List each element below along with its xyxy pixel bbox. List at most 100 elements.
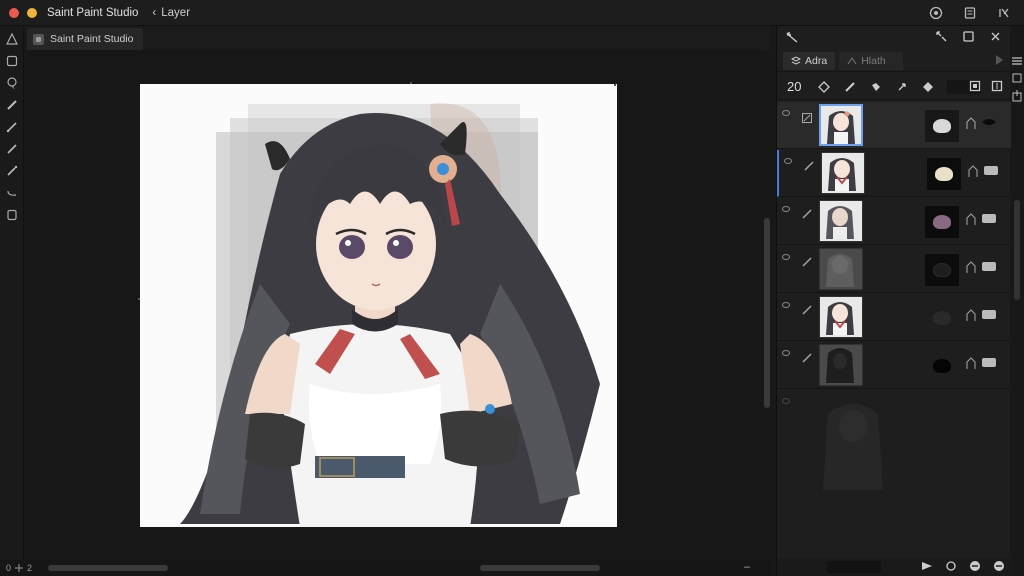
group-icon[interactable] [991, 80, 1003, 95]
channels-icon [847, 56, 857, 64]
panel-header [777, 26, 1010, 50]
transform-icon[interactable] [989, 30, 1002, 46]
folder-icon[interactable] [981, 356, 997, 368]
layer-mask[interactable] [925, 206, 959, 238]
close-tools-icon[interactable] [996, 5, 1012, 21]
layer-mask[interactable] [925, 350, 959, 382]
magic-wand-icon[interactable] [785, 30, 799, 47]
app-title: Saint Paint Studio [47, 6, 139, 19]
ruler-tick [614, 84, 616, 86]
breadcrumb[interactable]: ‹ Layer [152, 7, 190, 19]
folder-icon[interactable] [981, 308, 997, 320]
tab-adra[interactable]: Adra [783, 51, 836, 70]
visibility-eye-icon[interactable] [782, 254, 790, 260]
link-icon[interactable] [965, 356, 977, 370]
brush-icon[interactable] [4, 98, 20, 112]
visibility-eye-icon[interactable] [782, 350, 790, 356]
minus-circle-icon[interactable] [969, 560, 981, 575]
layer-row[interactable] [777, 150, 1011, 197]
back-chevron-icon[interactable]: ‹ [152, 7, 156, 19]
coordinate-readout: 0 2 [6, 563, 33, 573]
layer-mask[interactable] [925, 254, 959, 286]
document-tab-bar: Saint Paint Studio [25, 26, 770, 50]
curve-icon[interactable] [4, 186, 20, 200]
link-icon[interactable] [967, 164, 979, 178]
minimize-window-button[interactable] [27, 7, 37, 18]
visibility-eye-icon[interactable] [784, 158, 792, 164]
link-icon[interactable] [965, 260, 977, 274]
close-window-button[interactable] [9, 7, 19, 18]
diamond-icon[interactable] [921, 80, 935, 94]
play-icon[interactable] [921, 561, 933, 574]
layer-mask[interactable] [925, 110, 959, 142]
panel-tab-bar: Adra Hlath [777, 50, 1011, 72]
expand-icon[interactable] [935, 30, 948, 46]
link-icon[interactable] [965, 116, 977, 130]
blend-mode-icon[interactable] [817, 80, 831, 94]
alert-icon[interactable] [4, 32, 20, 46]
canvas-vertical-scrollbar[interactable] [764, 60, 770, 560]
document-tab[interactable]: Saint Paint Studio [27, 28, 144, 50]
pencil-icon[interactable] [4, 142, 20, 156]
delete-icon[interactable] [993, 560, 1005, 575]
folder-icon[interactable] [981, 212, 997, 224]
brush-lock-icon[interactable] [843, 80, 857, 94]
breadcrumb-label[interactable]: Layer [161, 7, 190, 19]
artboard[interactable] [140, 84, 617, 527]
layer-mask[interactable] [927, 158, 961, 190]
brush-icon[interactable] [801, 304, 813, 316]
layers-panel: Adra Hlath 20 [776, 26, 1011, 576]
lasso-icon[interactable] [4, 76, 20, 90]
layer-row[interactable] [777, 342, 1011, 389]
layer-thumbnail[interactable] [819, 296, 863, 338]
brush-icon[interactable] [801, 208, 813, 220]
folder-icon[interactable] [983, 164, 999, 176]
history-icon[interactable] [928, 5, 944, 21]
horizontal-scrollbar-left[interactable] [48, 565, 168, 571]
layer-row[interactable] [777, 390, 1011, 490]
select-rect-icon[interactable] [4, 54, 20, 68]
pen-icon[interactable] [4, 120, 20, 134]
brush-icon[interactable] [803, 160, 815, 172]
layer-thumbnail[interactable] [819, 248, 863, 290]
move-icon[interactable] [895, 80, 909, 94]
visibility-eye-icon[interactable] [782, 206, 790, 212]
mask-black-icon[interactable] [981, 116, 997, 128]
folder-icon[interactable] [981, 260, 997, 272]
layer-mask[interactable] [925, 302, 959, 334]
brush-icon[interactable] [801, 256, 813, 268]
frame-icon[interactable] [4, 208, 20, 222]
tab-hlath[interactable]: Hlath [839, 51, 904, 70]
ruler-tick [410, 82, 412, 84]
link-icon[interactable] [965, 308, 977, 322]
visibility-eye-icon[interactable] [782, 398, 790, 404]
new-layer-icon[interactable] [969, 80, 981, 95]
image-icon [33, 33, 44, 45]
layer-thumbnail[interactable] [819, 344, 863, 386]
layer-row[interactable] [777, 246, 1011, 293]
layer-list [777, 102, 1011, 562]
link-icon[interactable] [965, 212, 977, 226]
layer-thumbnail[interactable] [819, 104, 863, 146]
panel-scrollbar[interactable] [1012, 30, 1022, 576]
layer-row[interactable] [777, 198, 1011, 245]
visibility-eye-icon[interactable] [782, 302, 790, 308]
refresh-icon[interactable] [945, 560, 957, 575]
play-icon[interactable] [996, 55, 1003, 65]
fill-icon[interactable] [869, 80, 883, 94]
smudge-icon[interactable] [4, 164, 20, 178]
opacity-value[interactable]: 20 [787, 79, 805, 94]
layer-thumbnail[interactable] [821, 152, 865, 194]
zoom-out-icon[interactable]: – [744, 561, 750, 573]
brush-icon[interactable] [801, 352, 813, 364]
horizontal-scrollbar-right[interactable] [480, 565, 600, 571]
layer-name-field[interactable] [827, 561, 881, 573]
visibility-eye-icon[interactable] [782, 110, 790, 116]
layer-thumbnail[interactable] [819, 200, 863, 242]
layer-row[interactable] [777, 294, 1011, 341]
layer-row[interactable] [777, 102, 1011, 149]
document-icon[interactable] [962, 5, 978, 21]
edit-icon[interactable] [801, 112, 813, 124]
scrollbar-thumb[interactable] [764, 218, 770, 408]
square-icon[interactable] [962, 30, 975, 46]
